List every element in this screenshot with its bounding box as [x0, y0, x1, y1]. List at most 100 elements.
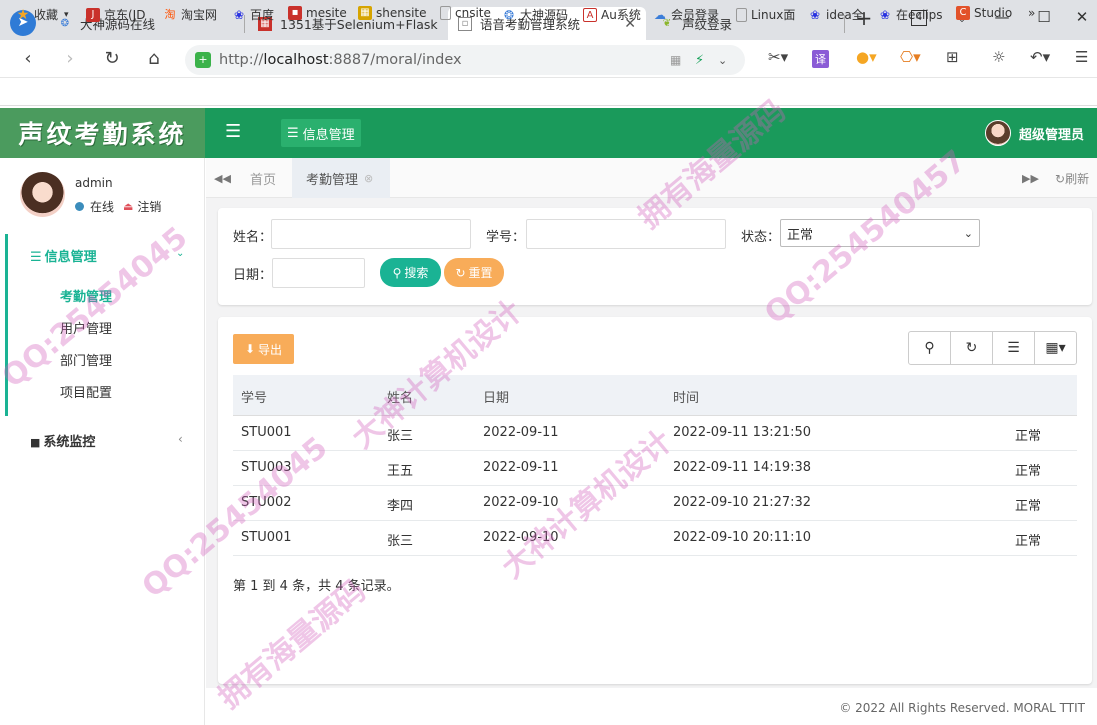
bookmark-baidu[interactable]: ❀ 百度 [232, 6, 274, 23]
chevron-left-icon[interactable]: ‹ [178, 432, 183, 446]
star-icon: ★ [16, 6, 30, 23]
column-header-id[interactable]: 学号 [241, 387, 267, 406]
sidebar-item-project-config[interactable]: 项目配置 [60, 382, 112, 401]
top-menu-info[interactable]: ☰ 信息管理 [281, 119, 361, 147]
sidebar-group-info[interactable]: ☰ 信息管理 [30, 246, 97, 265]
sidebar-item-departments[interactable]: 部门管理 [60, 350, 112, 369]
bookmark-favorites[interactable]: ★ 收藏 ▾ [16, 6, 69, 23]
cell-time: 2022-09-10 21:27:32 [673, 495, 812, 510]
column-header-name[interactable]: 姓名 [387, 387, 413, 406]
bookmark-member[interactable]: ☁ 会员登录 [653, 6, 719, 23]
bookmarks-more-icon[interactable]: » [1028, 6, 1035, 20]
paw-icon: ❀ [809, 7, 821, 22]
menu-icon[interactable]: ☰ [1075, 48, 1088, 66]
cell-status: 正常 [1015, 499, 1042, 514]
secure-shield-icon: + [195, 52, 211, 68]
dropdown-icon[interactable]: ⌄ [718, 54, 727, 67]
reset-button[interactable]: ↻ 重置 [444, 258, 504, 287]
sidebar-toggle-icon[interactable]: ☰ [225, 121, 241, 142]
cell-status: 正常 [1015, 429, 1042, 444]
table-row[interactable] [233, 486, 1077, 521]
cell-id: STU002 [241, 495, 292, 510]
table-row[interactable] [233, 416, 1077, 451]
refresh-icon: ↻ [455, 265, 466, 280]
url-text[interactable]: http://localhost:8887/moral/index [219, 52, 462, 68]
name-label: 姓名： [233, 230, 273, 245]
bookmark-source[interactable]: ❂ 大神源码 [502, 6, 568, 23]
column-header-time[interactable]: 时间 [673, 387, 699, 406]
bookmark-mesite[interactable]: ▪ mesite [288, 6, 347, 20]
refresh-tab-button[interactable]: ↻刷新 [1055, 170, 1089, 187]
online-dot-icon [75, 202, 84, 211]
tab-home[interactable]: 首页 [236, 158, 290, 198]
name-input[interactable] [271, 219, 471, 249]
card-view-icon[interactable]: ☰ [993, 332, 1035, 364]
shensite-icon: ▦ [358, 6, 372, 20]
bookmark-idea[interactable]: ❀ idea全 [808, 6, 864, 23]
table-row[interactable] [233, 521, 1077, 556]
url-bar[interactable]: + http://localhost:8887/moral/index ▦ ⚡ … [185, 45, 745, 75]
cloud-icon: ☁ [654, 7, 666, 22]
game-icon[interactable]: ⎔▾ [900, 48, 921, 66]
student-id-label: 学号： [486, 230, 526, 245]
export-button[interactable]: ⬇ 导出 [233, 334, 294, 364]
home-icon[interactable]: ⌂ [142, 48, 166, 70]
qr-icon[interactable]: ▦ [670, 53, 681, 67]
logout-link[interactable]: 注销 [137, 198, 161, 215]
table-row[interactable] [233, 451, 1077, 486]
sidebar-item-monitor[interactable]: ■ 系统监控 [30, 431, 95, 450]
brightness-icon[interactable]: ☼ [992, 48, 1005, 66]
back-icon[interactable]: ‹ [16, 48, 40, 70]
chevron-down-icon[interactable]: ⌄ [176, 248, 184, 259]
cell-id: STU001 [241, 530, 292, 545]
cell-date: 2022-09-11 [483, 425, 559, 440]
cell-name: 张三 [387, 429, 414, 444]
column-header-date[interactable]: 日期 [483, 387, 509, 406]
bookmark-studio[interactable]: C Studio [956, 6, 1012, 20]
cell-date: 2022-09-11 [483, 460, 559, 475]
close-window-icon[interactable]: ✕ [1070, 8, 1094, 26]
date-input[interactable] [272, 258, 365, 288]
coin-icon[interactable]: ●▾ [856, 48, 877, 66]
mesite-icon: ▪ [288, 6, 302, 20]
tabs-scroll-right-icon[interactable]: ▶▶ [1022, 172, 1039, 185]
bookmark-shensite[interactable]: ▦ shensite [358, 6, 427, 20]
bookmark-jd[interactable]: J 京东(JD [86, 6, 145, 23]
tab-close-icon[interactable]: ⊗ [364, 172, 373, 185]
cell-date: 2022-09-10 [483, 530, 559, 545]
tabs-scroll-left-icon[interactable]: ◀◀ [214, 172, 231, 185]
status-select[interactable]: 正常 ⌄ [780, 219, 980, 247]
translate-icon[interactable]: 译 [812, 50, 829, 68]
sidebar-item-attendance[interactable]: 考勤管理 [60, 286, 112, 305]
bookmark-eclipse[interactable]: ❀ 在eclips [878, 6, 943, 23]
bookmark-linux[interactable]: Linux面 [736, 6, 795, 23]
tab-attendance[interactable]: 考勤管理 ⊗ [292, 158, 390, 198]
lightning-icon[interactable]: ⚡ [695, 53, 704, 68]
cell-id: STU001 [241, 425, 292, 440]
bookmark-au[interactable]: A Au系统 [583, 6, 641, 23]
jd-icon: J [86, 7, 100, 22]
logout-icon[interactable]: ⏏ [123, 200, 133, 213]
bookmarks-bar [0, 78, 1097, 106]
apps-icon[interactable]: ⊞ [946, 48, 959, 66]
maximize-icon[interactable]: ☐ [1032, 8, 1056, 26]
columns-icon[interactable]: ▦▾ [1035, 332, 1076, 364]
bookmark-taobao[interactable]: 淘淘宝网 [163, 6, 218, 23]
search-button[interactable]: ⚲ 搜索 [380, 258, 441, 287]
scissors-icon[interactable]: ✂▾ [768, 48, 788, 66]
reload-icon[interactable]: ↻ [100, 48, 124, 70]
forward-icon[interactable]: › [58, 48, 82, 70]
user-name: admin [75, 176, 113, 190]
refresh-icon[interactable]: ↻ [951, 332, 993, 364]
search-icon[interactable]: ⚲ [909, 332, 951, 364]
sidebar-item-users[interactable]: 用户管理 [60, 318, 112, 337]
undo-icon[interactable]: ↶▾ [1030, 48, 1050, 66]
list-icon: ☰ [30, 250, 42, 265]
pagination-summary: 第 1 到 4 条，共 4 条记录。 [233, 579, 400, 594]
bookmark-cnsite[interactable]: cnsite [440, 6, 491, 20]
paw-icon: ❀ [233, 7, 245, 22]
video-icon: ■ [30, 436, 41, 449]
top-user-menu[interactable]: 超级管理员 [984, 120, 1084, 146]
search-icon: ⚲ [392, 265, 402, 280]
student-id-input[interactable] [526, 219, 726, 249]
